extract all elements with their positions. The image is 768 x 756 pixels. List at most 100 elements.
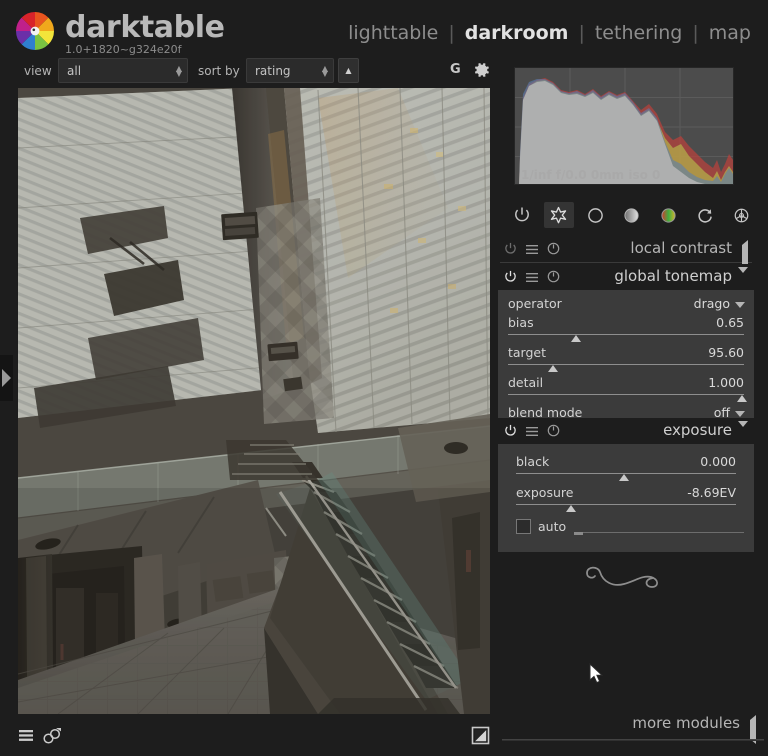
- module-exposure: exposure black 0.000 exposure -8.69EV au…: [498, 418, 754, 552]
- nav-tethering[interactable]: tethering: [593, 22, 685, 44]
- expand-left-panel-arrow[interactable]: [0, 355, 13, 401]
- reset-icon[interactable]: [547, 240, 560, 259]
- param-exposure[interactable]: exposure -8.69EV: [506, 485, 746, 503]
- chevron-left-icon[interactable]: [742, 240, 748, 269]
- slider-track: [508, 394, 744, 395]
- module-group-tone[interactable]: [617, 202, 647, 228]
- param-target[interactable]: target 95.60: [506, 345, 746, 363]
- histogram-exif-label: 1/inf f/0.0 0mm iso 0: [521, 168, 661, 182]
- module-exposure-title: exposure: [663, 421, 732, 439]
- darktable-window: darktable 1.0+1820~g324e20f lighttable |…: [0, 0, 768, 756]
- param-detail[interactable]: detail 1.000: [506, 375, 746, 393]
- power-icon[interactable]: [504, 422, 517, 441]
- module-local-contrast-title: local contrast: [630, 239, 732, 257]
- chevron-updown-icon: ▲ ▼: [175, 63, 182, 78]
- param-target-label: target: [508, 345, 547, 360]
- sortby-label: sort by: [198, 64, 240, 78]
- module-global-tonemap: global tonemap operator drago bias 0.65: [498, 264, 754, 432]
- param-operator-label: operator: [508, 296, 562, 311]
- module-group-active-modules[interactable]: [507, 202, 537, 228]
- brand-version: 1.0+1820~g324e20f: [65, 43, 182, 56]
- param-exposure-value: -8.69EV: [687, 485, 736, 500]
- reset-icon[interactable]: [547, 268, 560, 287]
- sort-ascending-icon: ▲: [345, 66, 352, 75]
- module-local-contrast: local contrast: [498, 236, 754, 269]
- power-icon[interactable]: [504, 268, 517, 287]
- slider-target[interactable]: [508, 364, 744, 373]
- nav-map[interactable]: map: [707, 22, 753, 44]
- param-detail-value: 1.000: [708, 375, 744, 390]
- grouping-icon[interactable]: G: [450, 62, 461, 77]
- gear-icon[interactable]: [473, 61, 491, 83]
- module-group-correction[interactable]: [690, 202, 720, 228]
- module-group-tabs: [498, 201, 766, 229]
- module-exposure-body: black 0.000 exposure -8.69EV auto: [498, 444, 754, 552]
- center-view: [14, 88, 490, 714]
- module-global-tonemap-body: operator drago bias 0.65 target 95.60 de…: [498, 290, 754, 432]
- hamburger-icon[interactable]: [18, 728, 34, 747]
- brand-text: darktable 1.0+1820~g324e20f: [65, 10, 225, 56]
- nav-lighttable[interactable]: lighttable: [346, 22, 440, 44]
- histogram[interactable]: 1/inf f/0.0 0mm iso 0: [514, 67, 734, 185]
- view-navigation: lighttable | darkroom | tethering | map: [346, 22, 753, 44]
- slider-detail[interactable]: [508, 394, 747, 403]
- photo-canvas[interactable]: [18, 88, 490, 714]
- slider-handle[interactable]: [566, 505, 576, 512]
- view-label: view: [24, 64, 52, 78]
- bottom-toolbar: [0, 718, 496, 756]
- param-bias-label: bias: [508, 315, 534, 330]
- param-auto[interactable]: auto: [506, 518, 746, 538]
- sort-direction-button[interactable]: ▲: [338, 58, 359, 83]
- more-modules-title: more modules: [632, 714, 740, 732]
- chevron-down-icon: [735, 411, 745, 417]
- brand-name: darktable: [65, 10, 225, 45]
- group-images-icon[interactable]: [42, 727, 62, 749]
- nav-darkroom[interactable]: darkroom: [463, 22, 571, 44]
- module-group-effects[interactable]: [727, 202, 757, 228]
- slider-handle[interactable]: [574, 532, 583, 535]
- module-group-color[interactable]: [654, 202, 684, 228]
- slider-exposure[interactable]: [516, 504, 736, 513]
- module-global-tonemap-header[interactable]: global tonemap: [498, 264, 754, 292]
- more-modules-section[interactable]: more modules: [498, 711, 766, 751]
- sortby-value: rating: [255, 63, 291, 78]
- param-black-value: 0.000: [700, 454, 736, 469]
- top-header: darktable 1.0+1820~g324e20f lighttable |…: [0, 0, 768, 56]
- slider-handle[interactable]: [736, 395, 747, 402]
- nav-separator-1: |: [448, 22, 455, 44]
- chevron-updown-icon: ▲ ▼: [321, 63, 328, 78]
- chevron-down-icon[interactable]: [738, 267, 748, 292]
- param-operator[interactable]: operator drago: [506, 296, 746, 314]
- slider-handle[interactable]: [547, 365, 558, 372]
- reset-icon[interactable]: [547, 422, 560, 441]
- nav-separator-2: |: [578, 22, 585, 44]
- slider-black[interactable]: [516, 473, 736, 482]
- param-bias[interactable]: bias 0.65: [506, 315, 746, 333]
- view-filter-select[interactable]: all ▲ ▼: [58, 58, 188, 83]
- module-group-favorites[interactable]: [543, 202, 574, 228]
- slider-handle[interactable]: [618, 474, 629, 481]
- nav-separator-3: |: [692, 22, 699, 44]
- presets-menu-icon[interactable]: [526, 240, 538, 259]
- module-local-contrast-header[interactable]: local contrast: [498, 236, 754, 269]
- module-exposure-header[interactable]: exposure: [498, 418, 754, 446]
- param-operator-value: drago: [693, 296, 730, 311]
- auto-checkbox[interactable]: [516, 519, 531, 534]
- chevron-left-icon[interactable]: [750, 715, 756, 744]
- darktable-logo-icon: [14, 10, 56, 52]
- power-icon[interactable]: [504, 240, 517, 259]
- sortby-select[interactable]: rating ▲ ▼: [246, 58, 334, 83]
- slider-bias[interactable]: [508, 334, 744, 343]
- overexposed-indicator-icon[interactable]: [471, 726, 490, 749]
- presets-menu-icon[interactable]: [526, 422, 538, 441]
- module-group-basic[interactable]: [580, 202, 610, 228]
- chevron-down-icon[interactable]: [738, 421, 748, 446]
- right-panel: 1/inf f/0.0 0mm iso 0 local contrast glo…: [496, 56, 768, 756]
- more-modules-divider: [502, 739, 764, 741]
- slider-track: [516, 504, 736, 505]
- slider-auto-percentile[interactable]: [574, 532, 744, 539]
- auto-label: auto: [538, 519, 567, 534]
- presets-menu-icon[interactable]: [526, 268, 538, 287]
- slider-handle[interactable]: [571, 335, 582, 342]
- param-black[interactable]: black 0.000: [506, 454, 746, 472]
